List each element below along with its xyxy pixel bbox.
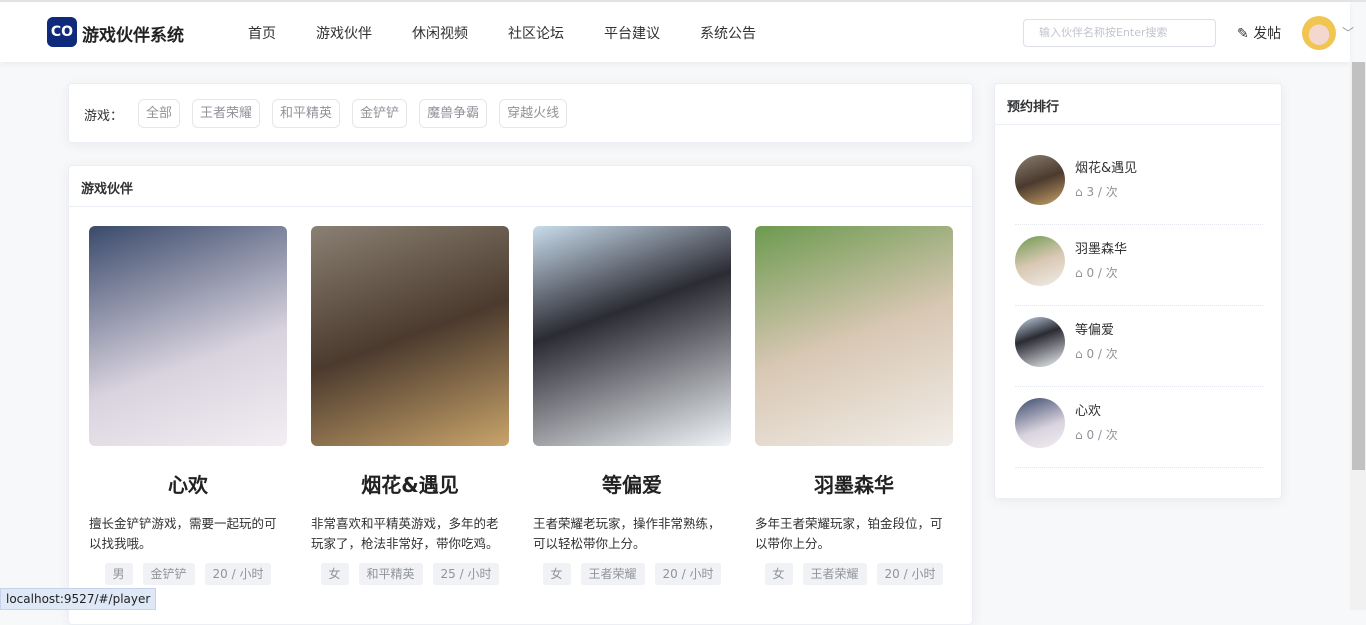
partner-tag: 女 [542,563,571,585]
ranking-count: 0 / 次 [1086,347,1118,361]
filter-mszb[interactable]: 魔兽争霸 [419,99,488,128]
post-button[interactable]: ✎ 发帖 [1237,23,1281,43]
ranking-avatar[interactable] [1015,398,1065,448]
ranking-item[interactable]: 羽墨森华 ⌂ 0 / 次 [1015,225,1263,306]
filter-hpjy[interactable]: 和平精英 [272,99,341,128]
nav-announcements[interactable]: 系统公告 [700,23,756,43]
filter-label: 游戏： [84,109,124,124]
ranking-count: 3 / 次 [1086,185,1118,199]
partner-card[interactable]: 心欢 擅长金铲铲游戏，需要一起玩的可以找我哦。 男金铲铲 20 / 小时 [89,226,287,585]
lock-icon: ⌂ [1075,185,1083,199]
lock-icon: ⌂ [1075,428,1083,442]
partner-tag: 20 / 小时 [204,563,272,585]
brand-title[interactable]: 游戏伙伴系统 [82,21,184,46]
partner-tag: 男 [104,563,133,585]
partner-photo[interactable] [533,226,731,446]
status-url: localhost:9527/#/player [0,588,157,610]
header: CO 游戏伙伴系统 首页 游戏伙伴 休闲视频 社区论坛 平台建议 系统公告 输入… [0,2,1354,62]
ranking-avatar[interactable] [1015,155,1065,205]
partner-tag: 王者荣耀 [802,563,867,585]
main-nav: 首页 游戏伙伴 休闲视频 社区论坛 平台建议 系统公告 [248,23,756,43]
ranking-item[interactable]: 等偏爱 ⌂ 0 / 次 [1015,306,1263,387]
partner-photo[interactable] [89,226,287,446]
filter-jcc[interactable]: 金铲铲 [352,99,408,128]
post-label: 发帖 [1253,26,1282,42]
partner-tag: 女 [764,563,793,585]
partner-desc: 擅长金铲铲游戏，需要一起玩的可以找我哦。 [89,516,277,551]
nav-videos[interactable]: 休闲视频 [412,23,468,43]
ranking-count-row: ⌂ 0 / 次 [1075,426,1118,443]
ranking-count-row: ⌂ 0 / 次 [1075,264,1118,281]
nav-forum[interactable]: 社区论坛 [508,23,564,43]
ranking-panel: 预约排行 烟花&遇见 ⌂ 3 / 次 羽墨森华 ⌂ 0 / 次 等偏爱 ⌂ 0 … [994,83,1282,499]
ranking-name[interactable]: 烟花&遇见 [1075,157,1137,176]
ranking-avatar[interactable] [1015,317,1065,367]
ranking-name[interactable]: 等偏爱 [1075,319,1114,338]
ranking-count-row: ⌂ 0 / 次 [1075,345,1118,362]
panel-title: 游戏伙伴 [69,166,972,207]
lock-icon: ⌂ [1075,266,1083,280]
ranking-name[interactable]: 心欢 [1075,400,1101,419]
chevron-down-icon[interactable]: ﹀ [1342,24,1354,41]
partner-tag: 王者荣耀 [580,563,645,585]
partner-name[interactable]: 羽墨森华 [755,469,953,498]
partner-tag: 女 [320,563,349,585]
partner-photo[interactable] [755,226,953,446]
partner-card[interactable]: 等偏爱 王者荣耀老玩家，操作非常熟练，可以轻松带你上分。 女王者荣耀 20 / 小… [533,226,731,585]
logo[interactable]: CO [47,17,77,47]
partner-desc: 王者荣耀老玩家，操作非常熟练，可以轻松带你上分。 [533,516,721,551]
filter-wzry[interactable]: 王者荣耀 [192,99,261,128]
partner-desc: 多年王者荣耀玩家，铂金段位，可以带你上分。 [755,516,943,551]
ranking-avatar[interactable] [1015,236,1065,286]
ranking-item[interactable]: 烟花&遇见 ⌂ 3 / 次 [1015,144,1263,225]
ranking-item[interactable]: 心欢 ⌂ 0 / 次 [1015,387,1263,468]
partner-name[interactable]: 烟花&遇见 [311,469,509,498]
partner-card[interactable]: 羽墨森华 多年王者荣耀玩家，铂金段位，可以带你上分。 女王者荣耀 20 / 小时 [755,226,953,585]
ranking-count: 0 / 次 [1086,428,1118,442]
scrollbar-thumb[interactable] [1352,62,1365,470]
partner-name[interactable]: 心欢 [89,469,287,498]
nav-partners[interactable]: 游戏伙伴 [316,23,372,43]
nav-suggestions[interactable]: 平台建议 [604,23,660,43]
partners-panel: 游戏伙伴 心欢 擅长金铲铲游戏，需要一起玩的可以找我哦。 男金铲铲 20 / 小时… [68,165,973,625]
edit-icon: ✎ [1237,26,1249,42]
user-avatar[interactable] [1302,16,1336,50]
partner-tag: 金铲铲 [142,563,195,585]
partner-tag: 20 / 小时 [654,563,722,585]
partner-card[interactable]: 烟花&遇见 非常喜欢和平精英游戏，多年的老玩家了，枪法非常好，带你吃鸡。 女和平… [311,226,509,585]
partner-tag: 和平精英 [358,563,423,585]
ranking-count-row: ⌂ 3 / 次 [1075,183,1118,200]
partner-tag: 20 / 小时 [876,563,944,585]
panel-title: 预约排行 [995,84,1281,125]
filter-cyhx[interactable]: 穿越火线 [499,99,568,128]
ranking-name[interactable]: 羽墨森华 [1075,238,1127,257]
partner-name[interactable]: 等偏爱 [533,469,731,498]
partner-desc: 非常喜欢和平精英游戏，多年的老玩家了，枪法非常好，带你吃鸡。 [311,516,499,551]
filter-all[interactable]: 全部 [138,99,181,128]
nav-home[interactable]: 首页 [248,23,276,43]
search-input[interactable]: 输入伙伴名称按Enter搜索 [1023,19,1216,47]
partner-photo[interactable] [311,226,509,446]
partner-tag: 25 / 小时 [432,563,500,585]
game-filter: 游戏： 全部 王者荣耀 和平精英 金铲铲 魔兽争霸 穿越火线 [68,83,973,143]
lock-icon: ⌂ [1075,347,1083,361]
ranking-count: 0 / 次 [1086,266,1118,280]
